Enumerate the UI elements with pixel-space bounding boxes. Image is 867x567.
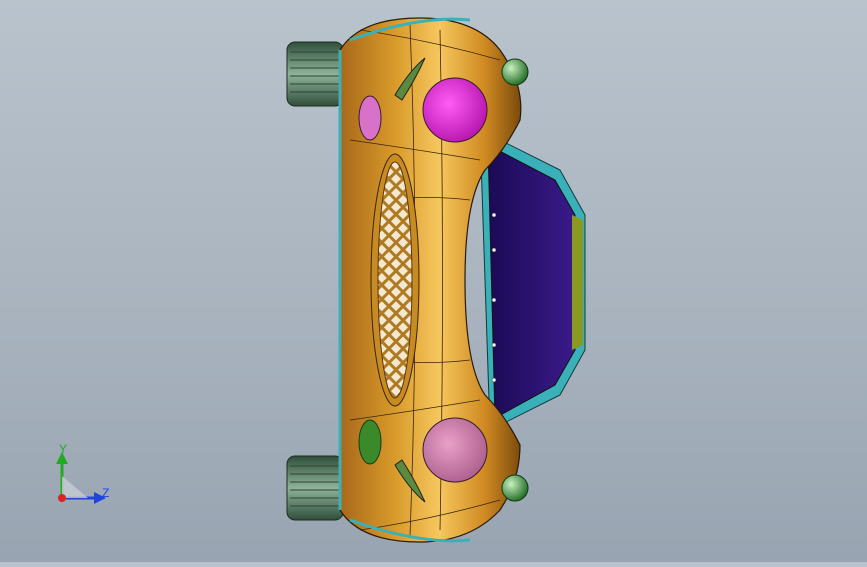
y-axis-label: Y	[59, 442, 68, 456]
front-grille	[370, 153, 420, 407]
3d-viewport[interactable]	[0, 0, 867, 562]
mirror-top	[501, 58, 529, 86]
headlight-top	[422, 77, 488, 143]
axis-triad: Y Z	[40, 440, 130, 520]
car-model[interactable]	[0, 0, 867, 562]
indicator-bottom	[358, 419, 382, 465]
tire-bottom	[286, 455, 344, 521]
tire-top	[286, 41, 344, 107]
triad-plane	[62, 476, 88, 498]
headlight-bottom	[422, 417, 488, 483]
z-axis-label: Z	[102, 486, 110, 500]
windshield	[479, 129, 586, 431]
mirror-bottom	[501, 474, 529, 502]
foglight-top	[358, 95, 382, 141]
x-axis-origin	[58, 494, 66, 502]
